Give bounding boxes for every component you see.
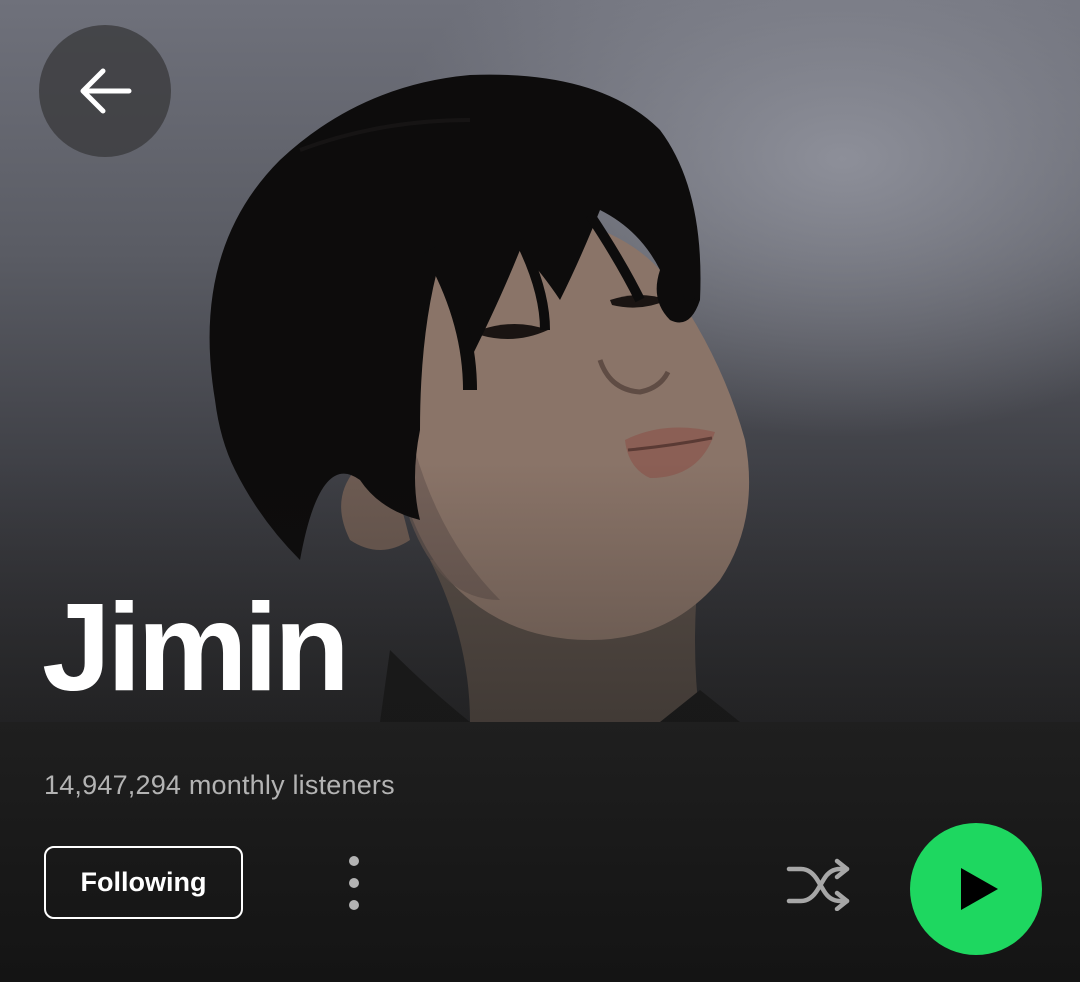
- shuffle-icon: [786, 858, 850, 911]
- play-button[interactable]: [910, 823, 1042, 955]
- play-icon: [961, 868, 998, 910]
- monthly-listeners: 14,947,294 monthly listeners: [44, 770, 395, 800]
- more-vertical-icon: [349, 856, 359, 910]
- artist-page: Jimin 14,947,294 monthly listeners Follo…: [0, 0, 1080, 982]
- arrow-left-icon: [80, 68, 132, 114]
- follow-button[interactable]: Following: [44, 846, 243, 919]
- artist-header: Jimin: [0, 0, 1080, 722]
- artist-name: Jimin: [42, 579, 350, 717]
- back-button[interactable]: [39, 25, 171, 157]
- shuffle-button[interactable]: [778, 848, 858, 918]
- artist-actions-panel: 14,947,294 monthly listeners Following: [0, 722, 1080, 982]
- more-options-button[interactable]: [326, 848, 382, 918]
